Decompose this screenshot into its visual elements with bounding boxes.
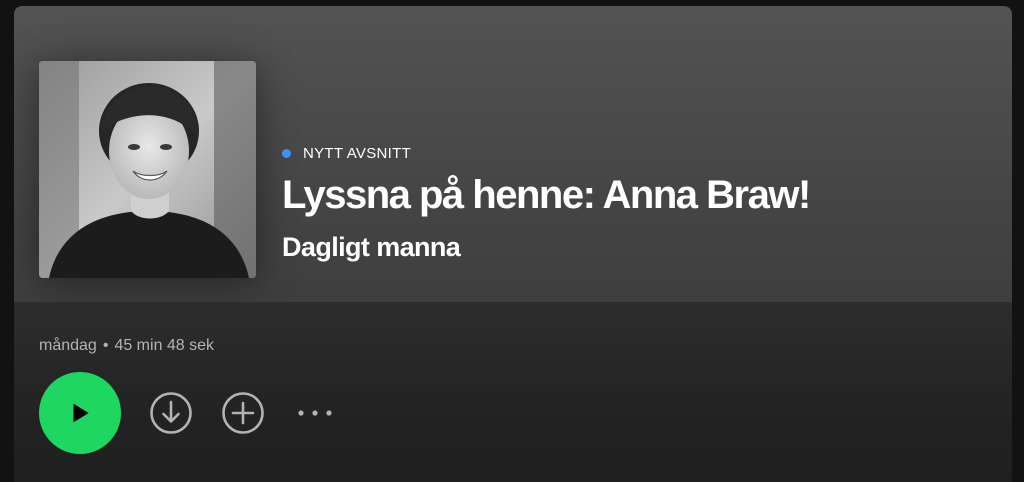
episode-actions-area: måndag • 45 min 48 sek [14,302,1012,482]
episode-title: Lyssna på henne: Anna Braw! [282,173,811,217]
download-icon [150,392,192,434]
episode-meta: NYTT AVSNITT Lyssna på henne: Anna Braw!… [282,143,811,263]
episode-header: NYTT AVSNITT Lyssna på henne: Anna Braw!… [14,6,1012,302]
play-button[interactable] [39,372,121,454]
more-options-button[interactable] [293,391,337,435]
episode-panel: NYTT AVSNITT Lyssna på henne: Anna Braw!… [14,6,1012,482]
episode-info-line: måndag • 45 min 48 sek [39,337,214,355]
release-day: måndag [39,337,97,354]
show-name-link[interactable]: Dagligt manna [282,231,810,263]
add-icon [222,392,264,434]
play-icon [73,403,89,423]
episode-duration: 45 min 48 sek [114,337,215,354]
new-episode-badge: NYTT AVSNITT [282,143,810,163]
episode-cover-image [39,61,256,278]
info-separator: • [102,337,109,354]
new-episode-badge-label: NYTT AVSNITT [303,144,412,162]
episode-controls [39,372,337,454]
more-icon [298,410,332,416]
add-to-library-button[interactable] [221,391,265,435]
new-episode-dot-icon [282,148,291,158]
download-button[interactable] [149,391,193,435]
